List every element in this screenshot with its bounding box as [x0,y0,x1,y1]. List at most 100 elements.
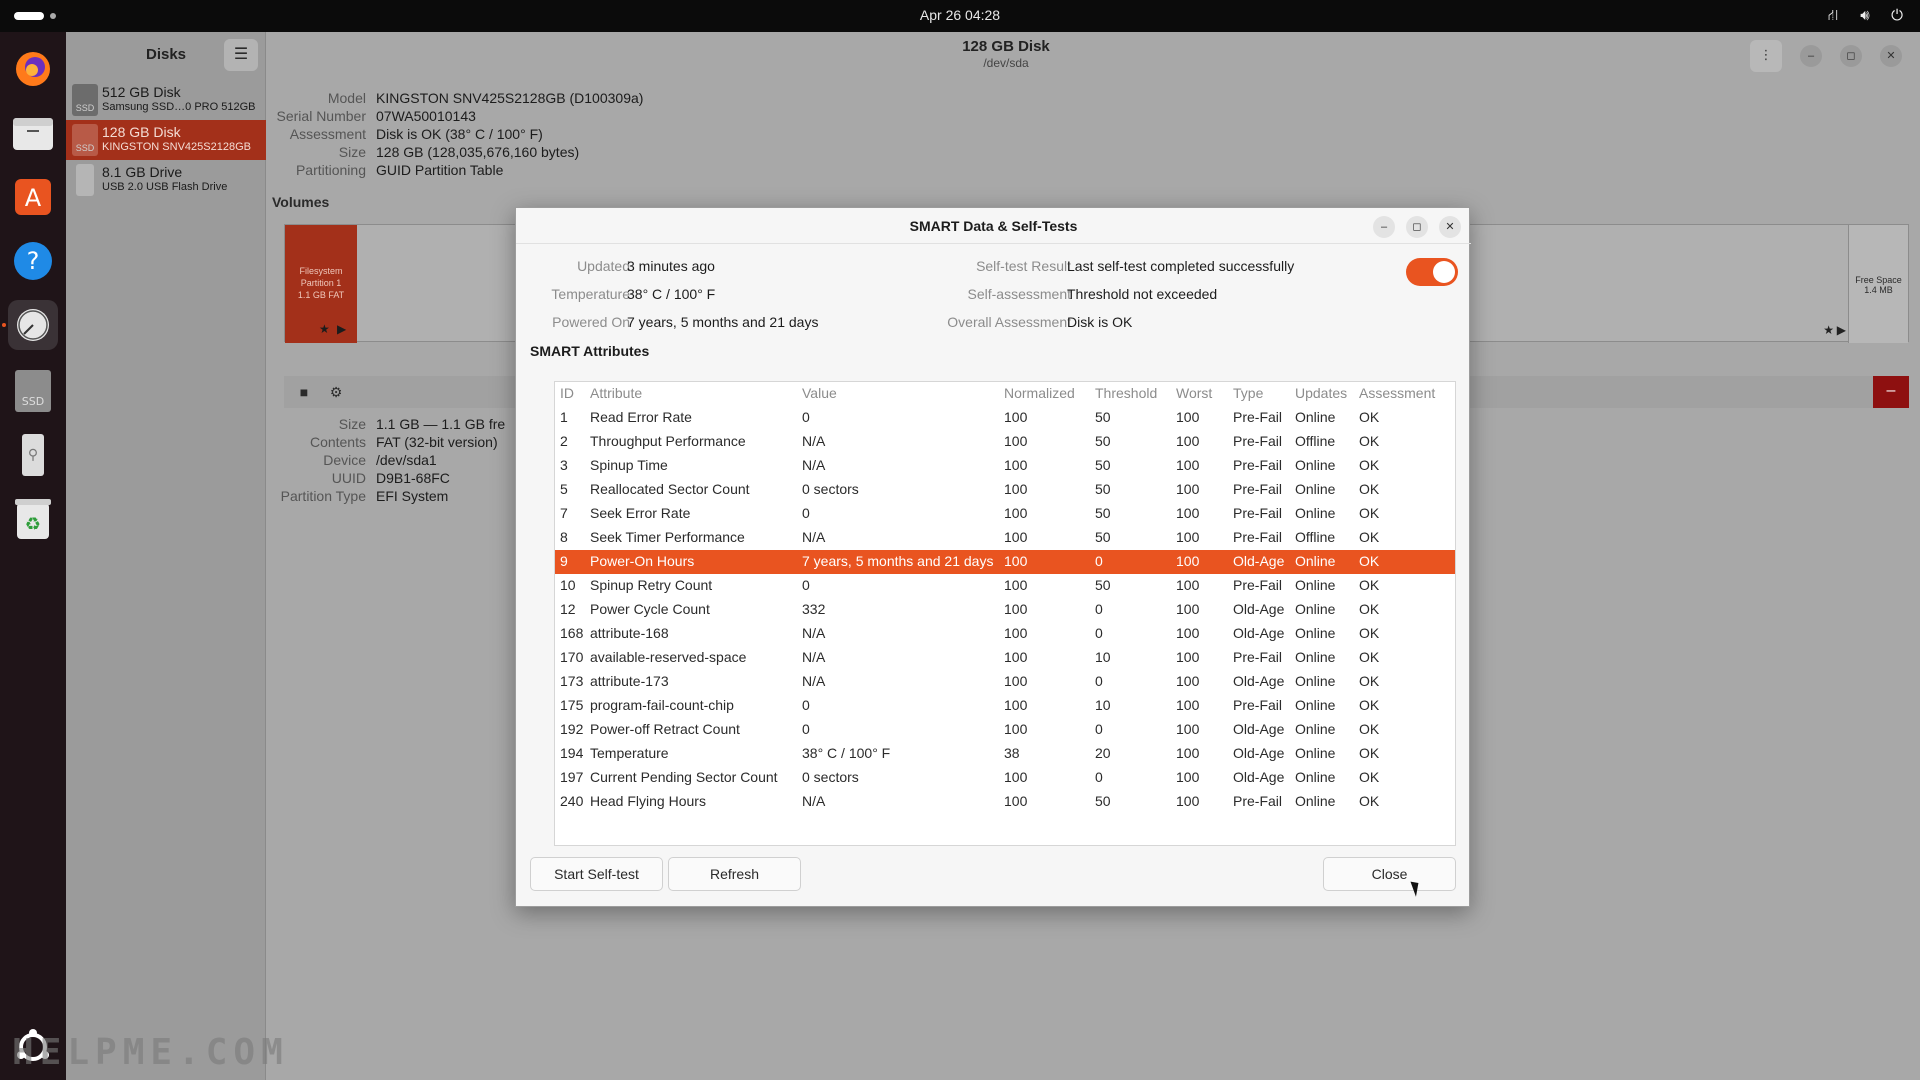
start-selftest-button[interactable]: Start Self-test [530,857,663,891]
self-assessment-value: Threshold not exceeded [1067,286,1218,302]
play-icon: ▶ [1836,323,1846,337]
table-row[interactable]: 240 Head Flying Hours N/A 100 50 100 Pre-Fail O… [555,790,1455,814]
column-header-attribute: Attribute [590,385,643,401]
info-value: /dev/sda1 [376,452,437,468]
app-center-icon[interactable]: A [8,172,58,222]
minimize-icon[interactable]: – [1373,216,1395,238]
delete-partition-icon[interactable]: – [1873,376,1909,408]
info-key: Serial Number [276,108,366,124]
refresh-button[interactable]: Refresh [668,857,801,891]
maximize-icon[interactable]: ◻ [1406,216,1428,238]
cell-value: 0 [802,505,810,521]
table-row[interactable]: 3 Spinup Time N/A 100 50 100 Pre-Fail Online OK [555,454,1455,478]
cell-normalized: 100 [1004,625,1028,641]
close-icon[interactable]: ✕ [1880,45,1902,67]
powered-on-label: Powered On [552,314,630,330]
table-row[interactable]: 192 Power-off Retract Count 0 100 0 100 Old-Ag… [555,718,1455,742]
more-options-icon[interactable]: ⋮ [1750,40,1782,72]
cell-worst: 100 [1176,721,1200,737]
table-row[interactable]: 10 Spinup Retry Count 0 100 50 100 Pre-Fail Onl… [555,574,1455,598]
system-tray[interactable]: ⛙ 🔊︎ ⏻ [1824,7,1906,26]
disk-item-128gb[interactable]: SSD 128 GB Disk KINGSTON SNV425S2128GB [66,120,266,160]
play-icon: ▶ [337,322,347,336]
column-header-type: Type [1233,385,1264,401]
clock[interactable]: Apr 26 04:28 [0,7,1920,23]
column-header-updates: Updates [1295,385,1348,401]
usb-drive-icon[interactable]: ⚲ [8,430,58,480]
table-row[interactable]: 12 Power Cycle Count 332 100 0 100 Old-Age Onli… [555,598,1455,622]
cell-updates: Online [1295,793,1336,809]
column-header-threshold: Threshold [1095,385,1158,401]
info-key: Size [338,144,366,160]
cell-value: 332 [802,601,826,617]
cell-type: Pre-Fail [1233,409,1283,425]
cell-assessment: OK [1359,601,1380,617]
network-icon[interactable]: ⛙ [1824,7,1842,26]
cell-value: 0 sectors [802,769,859,785]
cell-normalized: 100 [1004,433,1028,449]
minimize-icon[interactable]: – [1800,45,1822,67]
cell-assessment: OK [1359,553,1380,569]
ssd-drive-icon[interactable]: SSD [8,366,58,416]
hamburger-menu-icon[interactable]: ☰ [224,39,258,71]
cell-normalized: 100 [1004,505,1028,521]
table-row[interactable]: 8 Seek Timer Performance N/A 100 50 100 Pre-Fa… [555,526,1455,550]
table-row[interactable]: 7 Seek Error Rate 0 100 50 100 Pre-Fail Online O… [555,502,1455,526]
info-key: Partition Type [280,488,366,504]
cell-type: Old-Age [1233,745,1285,761]
trash-icon[interactable]: ♻ [8,494,58,544]
cell-threshold: 0 [1095,673,1103,689]
free-space-block[interactable]: Free Space 1.4 MB [1848,225,1908,343]
disks-app-icon[interactable] [8,300,58,350]
stop-icon[interactable]: ■ [288,378,320,406]
close-button[interactable]: Close [1323,857,1456,891]
table-row[interactable]: 175 program-fail-count-chip 0 100 10 100 Pre-F… [555,694,1455,718]
table-row[interactable]: 168 attribute-168 N/A 100 0 100 Old-Age Online O… [555,622,1455,646]
files-icon[interactable] [8,108,58,158]
temperature-value: 38° C / 100° F [627,286,716,302]
table-row[interactable]: 170 available-reserved-space N/A 100 10 100 Pr… [555,646,1455,670]
column-header-assessment: Assessment [1359,385,1436,401]
cell-attribute: attribute-173 [590,673,669,689]
cell-worst: 100 [1176,649,1200,665]
maximize-icon[interactable]: ◻ [1840,45,1862,67]
volume-icon[interactable]: 🔊︎ [1856,7,1874,26]
cell-worst: 100 [1176,481,1200,497]
cell-normalized: 100 [1004,457,1028,473]
table-row[interactable]: 197 Current Pending Sector Count 0 sectors… [555,766,1455,790]
info-value: 1.1 GB — 1.1 GB fre [376,416,506,432]
table-row[interactable]: 1 Read Error Rate 0 100 50 100 Pre-Fail Online O… [555,406,1455,430]
cell-id: 168 [560,625,584,641]
partition-1-block[interactable]: Filesystem Partition 1 1.1 GB FAT ★ ▶ [285,225,357,343]
table-row[interactable]: 2 Throughput Performance N/A 100 50 100 Pre-Fa… [555,430,1455,454]
table-row[interactable]: 9 Power-On Hours 7 years, 5 months and 21 … [555,550,1455,574]
info-key: UUID [331,470,366,486]
cell-id: 192 [560,721,584,737]
power-icon[interactable]: ⏻ [1888,7,1906,26]
smart-attributes-table[interactable]: ID Attribute Value Normalized Threshold Worst… [554,381,1456,846]
gear-icon[interactable]: ⚙ [320,378,352,406]
volumes-title: Volumes [272,194,330,210]
svg-text:?: ? [27,247,40,275]
help-icon[interactable]: ? [8,236,58,286]
table-row[interactable]: 194 Temperature 38° C / 100° F 38 20 100 Old-A… [555,742,1455,766]
table-row[interactable]: 5 Reallocated Sector Count 0 sectors 100 50 1… [555,478,1455,502]
firefox-icon[interactable] [8,44,58,94]
cell-id: 194 [560,745,584,761]
disk-model: KINGSTON SNV425S2128GB [102,141,251,153]
table-row[interactable]: 173 attribute-173 N/A 100 0 100 Old-Age Online O… [555,670,1455,694]
cell-normalized: 100 [1004,529,1028,545]
cell-normalized: 100 [1004,481,1028,497]
close-icon[interactable]: ✕ [1439,216,1461,238]
info-value: FAT (32-bit version) [376,434,498,450]
smart-enable-toggle[interactable] [1406,258,1458,286]
cell-updates: Online [1295,481,1336,497]
disk-item-512gb[interactable]: SSD 512 GB Disk Samsung SSD…0 PRO 512GB [66,80,266,120]
top-bar: Apr 26 04:28 ⛙ 🔊︎ ⏻ [0,0,1920,32]
cell-attribute: Spinup Retry Count [590,577,713,593]
cell-attribute: Power Cycle Count [590,601,710,617]
cell-id: 5 [560,481,568,497]
disk-item-usb[interactable]: 8.1 GB Drive USB 2.0 USB Flash Drive [66,160,266,200]
cell-value: 0 [802,721,810,737]
cell-worst: 100 [1176,409,1200,425]
